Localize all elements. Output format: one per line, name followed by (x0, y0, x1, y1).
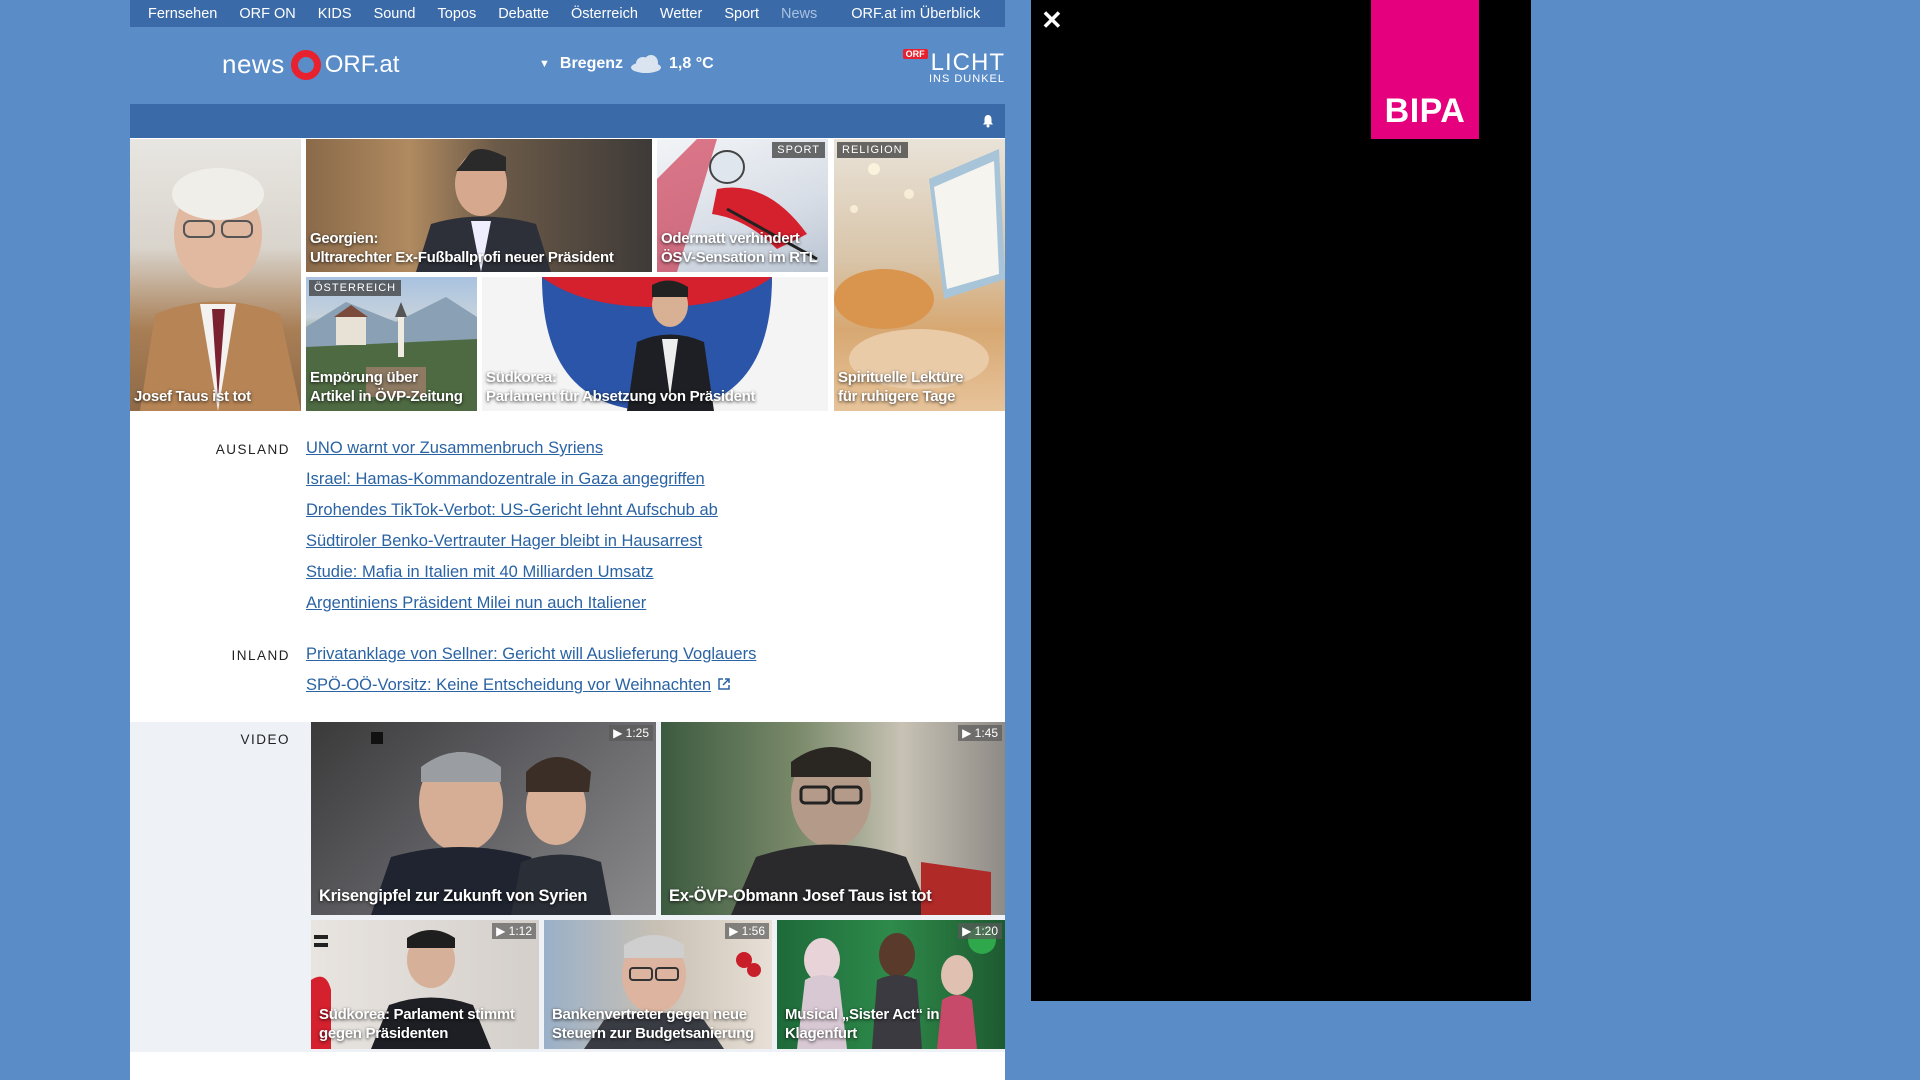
nav-oesterreich[interactable]: Österreich (571, 6, 638, 22)
section-label-video: VIDEO (240, 732, 290, 747)
headline-link-external[interactable]: SPÖ-OÖ-Vorsitz: Keine Entscheidung vor W… (306, 676, 731, 695)
ad-overlay: ✕ BIPA (1031, 0, 1531, 1001)
licht-text: LICHT (930, 49, 1005, 76)
bipa-logo[interactable]: BIPA (1371, 0, 1479, 139)
video-duration: ▶ 1:56 (725, 923, 769, 939)
video-tile-suedkorea[interactable]: ▶ 1:12 Südkorea: Parlament stimmt gegen P… (311, 920, 539, 1049)
headline-link[interactable]: Studie: Mafia in Italien mit 40 Milliard… (306, 563, 654, 582)
video-caption: Musical „Sister Act“ in Klagenfurt (785, 1006, 940, 1042)
headline-link[interactable]: Südtiroler Benko-Vertrauter Hager bleibt… (306, 532, 702, 551)
video-duration: ▶ 1:45 (958, 725, 1002, 741)
video-caption: Südkorea: Parlament stimmt gegen Präsiden… (319, 1006, 515, 1042)
cloud-icon (629, 55, 663, 73)
headline-link[interactable]: Israel: Hamas-Kommandozentrale in Gaza a… (306, 470, 705, 489)
play-icon: ▶ (729, 924, 739, 938)
video-caption: Bankenvertreter gegen neue Steuern zur Bu… (552, 1006, 754, 1042)
orf-eye-icon (290, 49, 321, 80)
close-icon[interactable]: ✕ (1041, 7, 1063, 33)
nav-sport[interactable]: Sport (724, 6, 759, 22)
nav-orf-on[interactable]: ORF ON (239, 6, 295, 22)
notification-strip (130, 104, 1005, 138)
play-icon: ▶ (496, 924, 506, 938)
main-content: Josef Taus ist tot Georgien: Ultrarechter… (130, 138, 1005, 1080)
weather-city: Bregenz (559, 55, 624, 72)
story-caption: Spirituelle Lektüre für ruhigere Tage (838, 369, 964, 405)
site-header: news ORF.at ▼ Bregenz 1,8 °C ORF LICHT IN… (130, 27, 1005, 104)
play-icon: ▶ (613, 726, 623, 740)
section-label-ausland: AUSLAND (215, 442, 290, 457)
story-caption: Odermatt verhindert ÖSV-Sensation im RTL (661, 230, 818, 266)
dropdown-triangle-icon: ▼ (539, 58, 550, 70)
video-tile-taus[interactable]: ▶ 1:45 Ex-ÖVP-Obmann Josef Taus ist tot (661, 722, 1005, 915)
story-tile-religion[interactable]: RELIGION Spirituelle Lektüre für ruhigere… (834, 139, 1005, 411)
headline-link[interactable]: UNO warnt vor Zusammenbruch Syriens (306, 439, 603, 458)
nav-wetter[interactable]: Wetter (660, 6, 702, 22)
section-label-inland: INLAND (231, 648, 290, 663)
story-tile-taus[interactable]: Josef Taus ist tot (130, 139, 301, 411)
top-navigation: Fernsehen ORF ON KIDS Sound Topos Debatt… (130, 0, 1005, 27)
category-tag-sport: SPORT (772, 142, 825, 158)
video-caption: Ex-ÖVP-Obmann Josef Taus ist tot (669, 887, 932, 905)
nav-debatte[interactable]: Debatte (498, 6, 549, 22)
story-tile-suedkorea[interactable]: Südkorea: Parlament für Absetzung von Prä… (482, 277, 828, 411)
headline-link[interactable]: Privatanklage von Sellner: Gericht will … (306, 645, 756, 664)
logo-orf-text: ORF.at (324, 50, 400, 78)
orf-badge: ORF (902, 49, 928, 59)
nav-orf-overview[interactable]: ORF.at im Überblick (851, 6, 980, 22)
story-caption: Josef Taus ist tot (134, 388, 251, 405)
video-duration: ▶ 1:20 (958, 923, 1002, 939)
bipa-logo-text: BIPA (1384, 92, 1466, 130)
category-tag-oesterreich: ÖSTERREICH (309, 280, 402, 296)
video-tile-banken[interactable]: ▶ 1:56 Bankenvertreter gegen neue Steuern… (544, 920, 772, 1049)
ins-dunkel-text: INS DUNKEL (928, 73, 1005, 85)
external-link-icon (718, 678, 730, 690)
licht-ins-dunkel-logo[interactable]: ORF LICHT INS DUNKEL (902, 49, 1005, 85)
category-tag-religion: RELIGION (837, 142, 908, 158)
story-caption: Empörung über Artikel in ÖVP-Zeitung (310, 369, 463, 405)
nav-news[interactable]: News (781, 6, 817, 22)
video-duration: ▶ 1:12 (492, 923, 536, 939)
play-icon: ▶ (962, 924, 972, 938)
bell-icon[interactable] (981, 114, 995, 128)
headline-link[interactable]: Argentiniens Präsident Milei nun auch It… (306, 594, 646, 613)
story-tile-oevp[interactable]: ÖSTERREICH Empörung über Artikel in ÖVP-Z… (306, 277, 477, 411)
weather-temperature: 1,8 °C (669, 55, 714, 72)
video-duration: ▶ 1:25 (609, 725, 653, 741)
nav-fernsehen[interactable]: Fernsehen (148, 6, 217, 22)
headline-link[interactable]: Drohendes TikTok-Verbot: US-Gericht lehn… (306, 501, 718, 520)
portrait-image (140, 168, 301, 411)
story-caption: Georgien: Ultrarechter Ex-Fußballprofi ne… (310, 230, 614, 266)
nav-sound[interactable]: Sound (374, 6, 416, 22)
weather-widget[interactable]: ▼ Bregenz 1,8 °C (539, 55, 714, 73)
play-icon: ▶ (962, 726, 972, 740)
nav-topos[interactable]: Topos (438, 6, 477, 22)
video-tile-syrien[interactable]: ▶ 1:25 Krisengipfel zur Zukunft von Syri… (311, 722, 656, 915)
story-tile-georgien[interactable]: Georgien: Ultrarechter Ex-Fußballprofi ne… (306, 139, 652, 272)
story-caption: Südkorea: Parlament für Absetzung von Prä… (486, 369, 756, 405)
nav-kids[interactable]: KIDS (318, 6, 352, 22)
logo-news-text: news (222, 49, 285, 79)
story-tile-odermatt[interactable]: SPORT Odermatt verhindert ÖSV-Sensation i… (657, 139, 828, 272)
video-caption: Krisengipfel zur Zukunft von Syrien (319, 887, 588, 905)
news-orf-logo[interactable]: news ORF.at (222, 49, 399, 80)
video-tile-musical[interactable]: ▶ 1:20 Musical „Sister Act“ in Klagenfurt (777, 920, 1005, 1049)
